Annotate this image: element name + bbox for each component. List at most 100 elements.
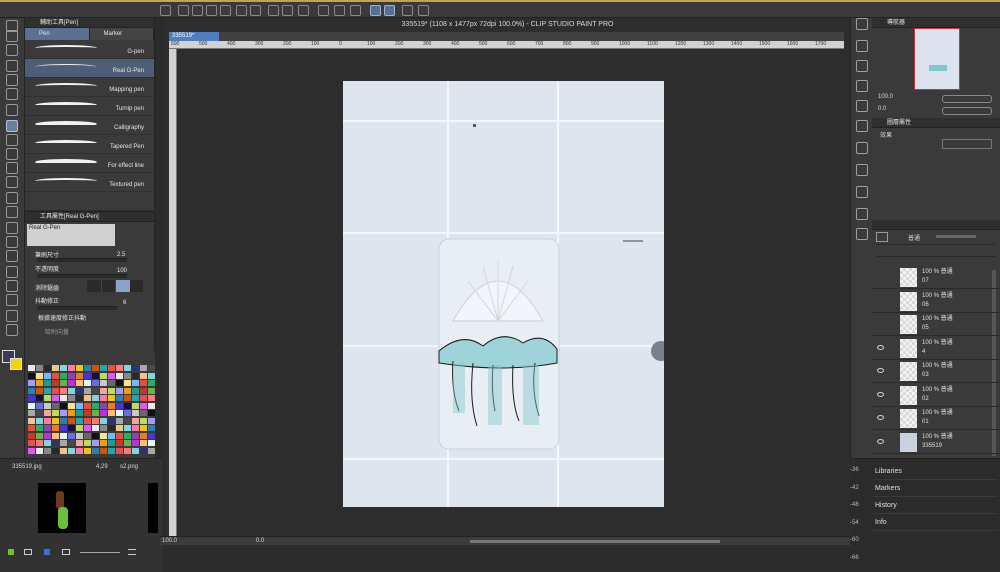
redo-icon[interactable] bbox=[250, 5, 261, 16]
color-swatch[interactable] bbox=[100, 365, 107, 371]
color-swatch[interactable] bbox=[116, 402, 123, 409]
color-swatch[interactable] bbox=[132, 395, 139, 401]
list-view-icon[interactable] bbox=[24, 549, 32, 555]
color-swatch[interactable] bbox=[44, 417, 51, 424]
color-swatch[interactable] bbox=[84, 425, 91, 431]
color-swatch[interactable] bbox=[124, 387, 131, 394]
color-swatch[interactable] bbox=[132, 372, 139, 379]
show-selection-icon[interactable] bbox=[350, 5, 361, 16]
color-swatch[interactable] bbox=[76, 372, 83, 379]
palette-icon-4[interactable] bbox=[856, 100, 868, 112]
pen-indicator-icon[interactable] bbox=[8, 549, 14, 555]
color-swatch[interactable] bbox=[52, 372, 59, 379]
color-swatch[interactable] bbox=[148, 372, 155, 379]
layer-row[interactable]: 100 % 普通 02 bbox=[872, 384, 1000, 407]
color-swatch[interactable] bbox=[84, 365, 91, 371]
color-swatch[interactable] bbox=[116, 432, 123, 439]
color-swatch[interactable] bbox=[108, 425, 115, 431]
zoom-icon[interactable] bbox=[6, 30, 18, 42]
layer-row[interactable]: 100 % 普通 03 bbox=[872, 360, 1000, 383]
color-swatch[interactable] bbox=[36, 440, 43, 446]
thumbnail-size-slider[interactable] bbox=[80, 552, 120, 553]
deselect-icon[interactable] bbox=[318, 5, 329, 16]
new-file-icon[interactable] bbox=[178, 5, 189, 16]
color-swatch[interactable] bbox=[124, 417, 131, 424]
tab-marker[interactable]: Marker bbox=[89, 28, 154, 40]
color-swatch[interactable] bbox=[100, 440, 107, 446]
color-swatch[interactable] bbox=[76, 417, 83, 424]
doc-tab[interactable]: 335519* bbox=[169, 32, 219, 41]
snap-ruler-icon[interactable] bbox=[370, 5, 381, 16]
color-swatch[interactable] bbox=[140, 380, 147, 386]
decoration-icon[interactable] bbox=[6, 176, 18, 188]
color-swatch[interactable] bbox=[68, 447, 75, 454]
layer-mode-icon[interactable] bbox=[876, 232, 888, 242]
color-swatch[interactable] bbox=[108, 432, 115, 439]
color-swatch[interactable] bbox=[132, 402, 139, 409]
airbrush-icon[interactable] bbox=[6, 162, 18, 174]
color-swatch[interactable] bbox=[124, 372, 131, 379]
color-swatch[interactable] bbox=[116, 410, 123, 416]
color-swatch[interactable] bbox=[132, 387, 139, 394]
color-swatch[interactable] bbox=[36, 432, 43, 439]
color-swatch[interactable] bbox=[52, 447, 59, 454]
color-swatch[interactable] bbox=[108, 447, 115, 454]
color-swatch[interactable] bbox=[60, 395, 67, 401]
color-swatch[interactable] bbox=[68, 372, 75, 379]
color-swatch[interactable] bbox=[124, 380, 131, 386]
color-swatch[interactable] bbox=[36, 395, 43, 401]
color-swatch[interactable] bbox=[84, 387, 91, 394]
color-swatch[interactable] bbox=[44, 387, 51, 394]
correct-line-icon[interactable] bbox=[6, 324, 18, 336]
pencil-icon[interactable] bbox=[6, 134, 18, 146]
camera-icon[interactable] bbox=[856, 208, 868, 220]
menu-icon-bottom[interactable] bbox=[128, 549, 136, 555]
color-swatch[interactable] bbox=[92, 365, 99, 371]
transform-icon[interactable] bbox=[298, 5, 309, 16]
color-swatch[interactable] bbox=[148, 417, 155, 424]
color-swatch[interactable] bbox=[100, 372, 107, 379]
color-swatch[interactable] bbox=[124, 440, 131, 446]
color-swatch[interactable] bbox=[92, 380, 99, 386]
brush-item-tapered-pen[interactable]: Tapered Pen bbox=[25, 135, 154, 154]
color-swatch[interactable] bbox=[92, 417, 99, 424]
vector-snap-label[interactable]: 吸附向量 bbox=[45, 327, 69, 336]
opacity-slider[interactable] bbox=[37, 274, 127, 278]
navigator-preview[interactable] bbox=[914, 28, 960, 90]
sub-color-swatch[interactable] bbox=[10, 358, 22, 370]
brush-item-g-pen[interactable]: G-pen bbox=[25, 40, 154, 59]
snap-grid-icon[interactable] bbox=[402, 5, 413, 16]
color-swatch[interactable] bbox=[60, 380, 67, 386]
layer-tools-row[interactable] bbox=[876, 244, 996, 254]
color-swatch[interactable] bbox=[52, 402, 59, 409]
color-swatch[interactable] bbox=[92, 395, 99, 401]
color-swatch[interactable] bbox=[52, 440, 59, 446]
color-swatch[interactable] bbox=[140, 447, 147, 454]
color-swatch[interactable] bbox=[68, 402, 75, 409]
color-swatch[interactable] bbox=[148, 395, 155, 401]
fill-icon[interactable] bbox=[282, 5, 293, 16]
color-swatch[interactable] bbox=[148, 440, 155, 446]
color-swatch[interactable] bbox=[116, 395, 123, 401]
color-swatch[interactable] bbox=[52, 395, 59, 401]
color-swatch[interactable] bbox=[132, 432, 139, 439]
effect-buttons[interactable] bbox=[942, 139, 992, 149]
color-swatch[interactable] bbox=[132, 417, 139, 424]
color-swatch[interactable] bbox=[148, 365, 155, 371]
color-swatch[interactable] bbox=[100, 410, 107, 416]
color-swatch[interactable] bbox=[84, 372, 91, 379]
color-swatch[interactable] bbox=[68, 365, 75, 371]
color-swatch[interactable] bbox=[100, 380, 107, 386]
color-swatch[interactable] bbox=[100, 447, 107, 454]
color-swatch[interactable] bbox=[44, 440, 51, 446]
color-swatch[interactable] bbox=[68, 425, 75, 431]
color-swatch[interactable] bbox=[132, 410, 139, 416]
fill-bucket-icon[interactable] bbox=[6, 222, 18, 234]
color-swatch[interactable] bbox=[36, 425, 43, 431]
color-swatch[interactable] bbox=[60, 387, 67, 394]
lasso-icon[interactable] bbox=[6, 74, 18, 86]
color-swatch[interactable] bbox=[84, 402, 91, 409]
color-swatch[interactable] bbox=[100, 402, 107, 409]
color-swatch[interactable] bbox=[140, 410, 147, 416]
color-swatch[interactable] bbox=[116, 425, 123, 431]
